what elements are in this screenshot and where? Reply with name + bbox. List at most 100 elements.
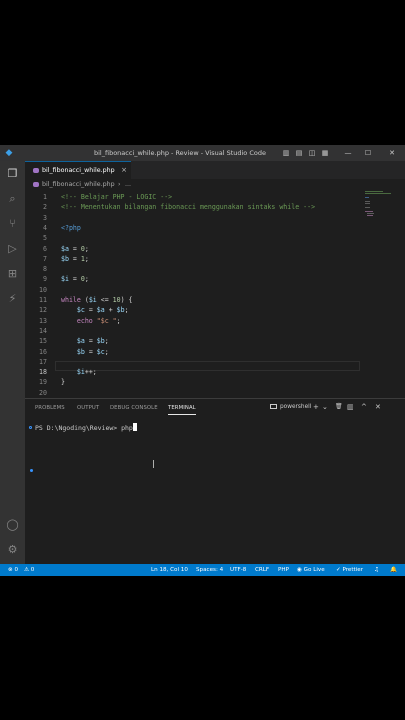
code-line[interactable]: 18 $i++; xyxy=(25,367,360,377)
tab-problems[interactable]: PROBLEMS xyxy=(35,405,65,411)
line-code: echo "$c "; xyxy=(76,316,121,325)
code-line[interactable]: 5 xyxy=(25,233,360,243)
line-number: 5 xyxy=(43,234,47,243)
code-line[interactable]: 16 $b = $c; xyxy=(25,347,360,357)
vscode-window: ◆ bil_fibonacci_while.php - Review - Vis… xyxy=(0,145,405,576)
window-title: bil_fibonacci_while.php - Review - Visua… xyxy=(93,149,266,157)
go-live-label: Go Live xyxy=(303,567,325,573)
breadcrumb-symbol[interactable]: ... xyxy=(125,179,131,190)
close-panel-icon[interactable]: ✕ xyxy=(375,403,381,411)
minimize-button[interactable]: — xyxy=(342,145,354,161)
code-line[interactable]: 12 $c = $a + $b; xyxy=(25,305,360,315)
code-line[interactable]: 14 xyxy=(25,326,360,336)
code-line[interactable]: 7 $b = 1; xyxy=(25,254,360,264)
line-number: 11 xyxy=(39,296,47,304)
account-icon[interactable]: ◯ xyxy=(6,518,19,531)
line-number: 17 xyxy=(39,357,47,366)
code-line[interactable]: 4 <?php xyxy=(25,223,360,233)
code-line[interactable]: 13 echo "$c "; xyxy=(25,316,360,326)
code-line[interactable]: 6 $a = 0; xyxy=(25,244,360,254)
notifications-bell-icon[interactable]: 🔔 xyxy=(390,564,397,576)
code-line[interactable]: 1 <!-- Belajar PHP - LOGIC --> xyxy=(25,192,360,202)
feedback-icon[interactable]: ♫ xyxy=(374,564,379,576)
line-code: $b = 1; xyxy=(61,254,89,263)
line-number: 14 xyxy=(39,326,47,335)
tab-output[interactable]: OUTPUT xyxy=(77,405,99,411)
minimap[interactable] xyxy=(365,190,393,220)
code-line[interactable]: 9 $i = 0; xyxy=(25,274,360,284)
line-code: $i = 0; xyxy=(61,275,89,284)
line-number: 20 xyxy=(39,388,47,397)
code-line[interactable]: 17 xyxy=(25,357,360,367)
code-line[interactable]: 2 <!-- Menentukan bilangan fibonacci meng… xyxy=(25,202,360,212)
line-code: $b = $c; xyxy=(76,347,109,356)
toggle-panel-icon[interactable]: ▤ xyxy=(293,145,305,161)
line-code: <!-- Menentukan bilangan fibonacci mengg… xyxy=(61,203,316,212)
maximize-panel-icon[interactable]: ^ xyxy=(361,403,367,411)
indentation[interactable]: Spaces: 4 xyxy=(196,564,223,576)
line-number: 15 xyxy=(39,337,47,346)
status-bar: ⊗ 0 ⚠ 0 Ln 18, Col 10 Spaces: 4 UTF-8 CR… xyxy=(0,564,405,576)
prettier-button[interactable]: ✓ Prettier xyxy=(336,564,363,576)
extensions-icon[interactable]: ⊞ xyxy=(6,267,19,280)
toggle-secondary-sidebar-icon[interactable]: ◫ xyxy=(306,145,318,161)
line-code: } xyxy=(61,378,65,387)
trash-icon[interactable]: 🗑 xyxy=(335,403,343,410)
split-terminal-icon[interactable]: ▥ xyxy=(347,403,354,411)
remote-explorer-icon[interactable]: ⚡ xyxy=(6,292,19,305)
code-line[interactable]: 19} xyxy=(25,377,360,387)
line-number: 1 xyxy=(43,193,47,201)
code-line[interactable]: 20 xyxy=(25,388,360,398)
broadcast-icon: ◉ xyxy=(297,567,304,573)
close-window-button[interactable]: ✕ xyxy=(386,145,398,161)
code-line[interactable]: 10 xyxy=(25,285,360,295)
search-icon[interactable]: ⌕ xyxy=(6,192,19,205)
line-number: 16 xyxy=(39,347,47,356)
chevron-down-icon[interactable]: ⌄ xyxy=(322,403,328,411)
maximize-button[interactable]: ☐ xyxy=(362,145,374,161)
close-tab-icon[interactable]: × xyxy=(121,162,127,179)
source-control-icon[interactable]: ⑂ xyxy=(6,217,19,230)
line-number: 4 xyxy=(43,223,47,232)
new-terminal-icon[interactable]: + xyxy=(313,403,319,411)
code-line[interactable]: 11 while ($i <= 10) { xyxy=(25,295,360,305)
line-code: <!-- Belajar PHP - LOGIC --> xyxy=(61,193,173,201)
run-debug-icon[interactable]: ▷ xyxy=(6,242,19,255)
tab-label: bil_fibonacci_while.php xyxy=(42,167,115,174)
line-number: 6 xyxy=(43,244,47,253)
language-mode[interactable]: PHP xyxy=(278,564,289,576)
php-file-icon xyxy=(33,182,39,187)
breadcrumb-file[interactable]: bil_fibonacci_while.php xyxy=(42,179,115,190)
files-icon[interactable]: ❐ xyxy=(6,167,19,180)
end-of-line[interactable]: CRLF xyxy=(255,564,269,576)
code-line[interactable]: 8 xyxy=(25,264,360,274)
warnings-indicator[interactable]: ⚠ 0 xyxy=(24,564,34,576)
prettier-label: Prettier xyxy=(342,567,364,573)
command-decoration-icon xyxy=(29,426,32,429)
line-code: while ($i <= 10) { xyxy=(61,296,133,304)
code-line[interactable]: 3 xyxy=(25,213,360,223)
cursor-position[interactable]: Ln 18, Col 10 xyxy=(151,564,188,576)
errors-indicator[interactable]: ⊗ 0 xyxy=(8,564,18,576)
go-live-button[interactable]: ◉ Go Live xyxy=(297,564,325,576)
settings-gear-icon[interactable]: ⚙ xyxy=(6,543,19,556)
vscode-logo-icon: ◆ xyxy=(5,148,13,158)
tab-terminal[interactable]: TERMINAL xyxy=(168,405,196,415)
terminal-shell-selector[interactable]: powershell xyxy=(270,404,311,410)
bottom-panel: PROBLEMS OUTPUT DEBUG CONSOLE TERMINAL p… xyxy=(25,398,405,568)
line-number: 12 xyxy=(39,306,47,315)
encoding[interactable]: UTF-8 xyxy=(230,564,246,576)
line-code: $a = $b; xyxy=(76,337,109,346)
line-number: 10 xyxy=(39,285,47,294)
line-number: 18 xyxy=(39,368,47,377)
line-number: 8 xyxy=(43,265,47,274)
code-line[interactable]: 15 $a = $b; xyxy=(25,336,360,346)
breadcrumb: bil_fibonacci_while.php › ... xyxy=(25,179,365,190)
tab-bil-fibonacci-while[interactable]: bil_fibonacci_while.php × xyxy=(25,161,131,179)
customize-layout-icon[interactable]: ▦ xyxy=(319,145,331,161)
toggle-primary-sidebar-icon[interactable]: ▥ xyxy=(280,145,292,161)
code-editor[interactable]: 1 <!-- Belajar PHP - LOGIC --> 2 <!-- Menen… xyxy=(25,190,405,421)
tab-debug-console[interactable]: DEBUG CONSOLE xyxy=(110,405,158,411)
breadcrumb-separator: › xyxy=(118,181,121,188)
terminal-line: PS D:\Ngoding\Review> php xyxy=(35,423,137,432)
